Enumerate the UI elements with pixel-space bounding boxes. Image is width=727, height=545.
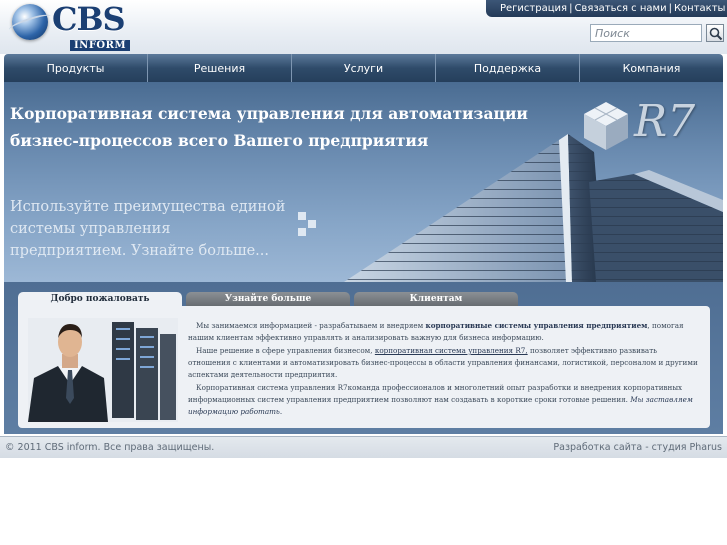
- nav-item-solutions[interactable]: Решения: [148, 54, 292, 82]
- register-link[interactable]: Регистрация: [500, 3, 567, 14]
- search-box: [590, 24, 724, 42]
- nav-item-company[interactable]: Компания: [580, 54, 723, 82]
- tab-panel: Мы занимаемся информацией - разрабатывае…: [18, 306, 710, 428]
- main-navigation: Продукты Решения Услуги Поддержка Компан…: [4, 54, 723, 82]
- search-button[interactable]: [706, 24, 724, 42]
- developer-link[interactable]: Разработка сайта - студия Pharus: [553, 442, 722, 453]
- page: CBS INFORM Регистрация | Связаться с нам…: [0, 0, 727, 545]
- tab-clients[interactable]: Клиентам: [354, 292, 518, 306]
- search-input[interactable]: [590, 24, 702, 42]
- tab-welcome[interactable]: Добро пожаловать: [18, 292, 182, 306]
- welcome-text: Мы занимаемся информацией - разрабатывае…: [188, 320, 698, 419]
- copyright-text: © 2011 CBS inform. Все права защищены.: [5, 442, 215, 453]
- banner-text: Используйте преимущества единой системы …: [10, 196, 290, 262]
- content-section: Добро пожаловать Узнайте больше Клиентам: [4, 282, 723, 434]
- hero-banner: Корпоративная система управления для авт…: [4, 82, 723, 282]
- r7-system-link[interactable]: корпоративная система управления R7,: [375, 346, 528, 355]
- separator: |: [668, 3, 672, 14]
- nav-item-support[interactable]: Поддержка: [436, 54, 580, 82]
- search-icon: [709, 27, 723, 41]
- logo-text: CBS: [52, 0, 126, 38]
- tab-learn-more[interactable]: Узнайте больше: [186, 292, 350, 306]
- logo-subtitle: INFORM: [70, 40, 131, 51]
- corporate-systems-link[interactable]: корпоративные системы управления предпри…: [426, 321, 648, 330]
- learn-more-link[interactable]: Узнайте больше...: [131, 243, 269, 259]
- contact-us-link[interactable]: Связаться с нами: [574, 3, 666, 14]
- r7-label: R7: [634, 96, 696, 147]
- text: Корпоративная система управления R7коман…: [188, 383, 683, 404]
- tab-bar: Добро пожаловать Узнайте больше Клиентам: [18, 292, 518, 306]
- footer: © 2011 CBS inform. Все права защищены. Р…: [0, 436, 727, 458]
- header: CBS INFORM Регистрация | Связаться с нам…: [0, 0, 727, 54]
- top-links-bar: Регистрация | Связаться с нами | Контакт…: [486, 0, 727, 17]
- separator: |: [569, 3, 573, 14]
- businessman-photo: [28, 318, 178, 422]
- decorative-squares-icon: [298, 212, 320, 242]
- globe-icon: [12, 4, 48, 40]
- banner-title: Корпоративная система управления для авт…: [10, 104, 528, 150]
- paragraph: Наше решение в сфере управления бизнесом…: [188, 345, 698, 381]
- paragraph: Корпоративная система управления R7коман…: [188, 382, 698, 418]
- nav-item-services[interactable]: Услуги: [292, 54, 436, 82]
- nav-item-products[interactable]: Продукты: [4, 54, 148, 82]
- contacts-link[interactable]: Контакты: [674, 3, 725, 14]
- paragraph: Мы занимаемся информацией - разрабатывае…: [188, 320, 698, 344]
- cbs-logo[interactable]: CBS INFORM: [8, 0, 158, 52]
- cube-icon: [584, 102, 628, 150]
- r7-logo: R7: [576, 96, 706, 156]
- text: Мы занимаемся информацией - разрабатывае…: [196, 321, 424, 330]
- text: Наше решение в сфере управления бизнесом…: [196, 346, 373, 355]
